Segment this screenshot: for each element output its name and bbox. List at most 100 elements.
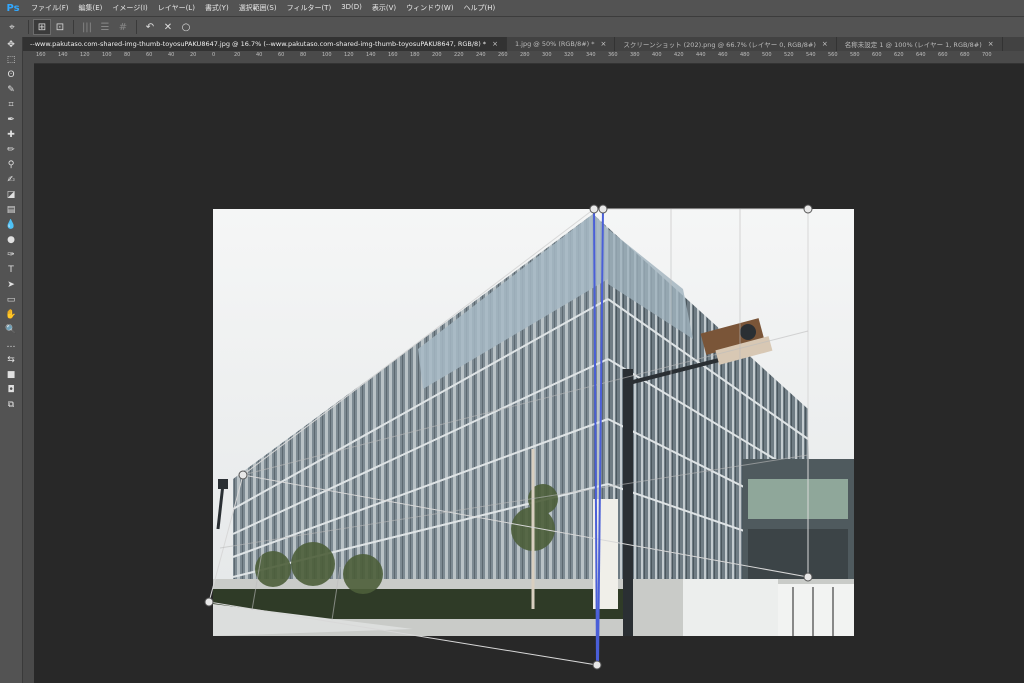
ruler-tick-label: 300 [542,52,552,58]
menu-item-6[interactable]: フィルター(T) [282,3,337,13]
menu-item-3[interactable]: レイヤー(L) [153,3,200,13]
close-tab-icon[interactable]: × [601,40,607,48]
healing-icon[interactable]: ✚ [0,127,22,142]
menu-item-8[interactable]: 表示(V) [367,3,401,13]
path-select-icon[interactable]: ➤ [0,277,22,292]
layout-mode-icon[interactable]: ⊞ [33,19,51,35]
eyedropper-icon[interactable]: ✒ [0,112,22,127]
both-straighten-icon[interactable]: # [114,19,132,35]
menu-item-5[interactable]: 選択範囲(S) [234,3,282,13]
horizontal-ruler[interactable]: 160 140 120 100 80 60 40 20 0 20 40 60 80 100 120 140 16… [34,51,1024,64]
ruler-tick-label: 120 [80,52,90,58]
default-colors-icon[interactable]: ⇆ [0,352,22,367]
ruler-tick-label: 180 [410,52,420,58]
ruler-tick-label: 20 [234,52,241,58]
cancel-icon[interactable]: ✕ [159,19,177,35]
document-tab[interactable]: 1.jpg @ 50% (RGB/8#) * × [507,37,616,51]
warp-mode-icon[interactable]: ⊡ [51,19,69,35]
vertical-straighten-icon[interactable]: ||| [78,19,96,35]
ruler-tick-label: 40 [168,52,175,58]
horizontal-straighten-icon[interactable]: ☰ [96,19,114,35]
tab-label: スクリーンショット (202).png @ 66.7% (レイヤー 0, RGB… [623,41,816,49]
ruler-tick-label: 520 [784,52,794,58]
ruler-tick-label: 620 [894,52,904,58]
more-icon[interactable]: … [0,337,22,352]
quick-select-icon[interactable]: ✎ [0,82,22,97]
ruler-corner [22,51,34,63]
ruler-tick-label: 20 [190,52,197,58]
menu-item-2[interactable]: イメージ(I) [107,3,152,13]
hand-icon[interactable]: ✋ [0,307,22,322]
ruler-tick-label: 80 [300,52,307,58]
perspective-crop-icon[interactable]: ⌖ [0,19,24,35]
menu-bar: Ps ファイル(F) 編集(E) イメージ(I) レイヤー(L) 書式(Y) 選択範囲(S… [0,0,1024,16]
quickmask-icon[interactable]: ◘ [0,382,22,397]
rectangle-icon[interactable]: ▭ [0,292,22,307]
zoom-icon[interactable]: 🔍 [0,322,22,337]
ruler-tick-label: 580 [850,52,860,58]
ruler-tick-label: 360 [608,52,618,58]
ruler-tick-label: 200 [432,52,442,58]
ruler-tick-label: 280 [520,52,530,58]
document-image[interactable] [213,209,854,636]
lasso-icon[interactable]: ʘ [0,67,22,82]
move-icon[interactable]: ✥ [0,37,22,52]
color-swatch-icon[interactable]: ■ [0,367,22,382]
document-tab[interactable]: 名称未設定 1 @ 100% (レイヤー 1, RGB/8#) × [837,37,1003,51]
ruler-tick-label: 100 [102,52,112,58]
history-brush-icon[interactable]: ✍ [0,172,22,187]
photoshop-logo[interactable]: Ps [0,3,26,14]
close-tab-icon[interactable]: × [492,40,498,48]
ruler-tick-label: 640 [916,52,926,58]
blur-icon[interactable]: 💧 [0,217,22,232]
ruler-tick-label: 400 [652,52,662,58]
ruler-tick-label: 100 [322,52,332,58]
document-tab[interactable]: --www.pakutaso.com-shared-img-thumb-toyo… [22,37,507,51]
menu-item-4[interactable]: 書式(Y) [200,3,234,13]
eraser-icon[interactable]: ◪ [0,187,22,202]
options-bar: ⌖ ⊞ ⊡ ||| ☰ # ↶ ✕ ○ [0,16,1024,37]
dodge-icon[interactable]: ● [0,232,22,247]
tab-label: --www.pakutaso.com-shared-img-thumb-toyo… [30,40,487,48]
ruler-tick-label: 700 [982,52,992,58]
menu-item-9[interactable]: ウィンドウ(W) [401,3,458,13]
ruler-tick-label: 60 [278,52,285,58]
screen-mode-icon[interactable]: ⧉ [0,397,22,412]
pen-icon[interactable]: ✑ [0,247,22,262]
ruler-tick-label: 340 [586,52,596,58]
undo-perspective-icon[interactable]: ↶ [141,19,159,35]
ruler-tick-label: 600 [872,52,882,58]
menu-item-10[interactable]: ヘルプ(H) [459,3,501,13]
menu-item-7[interactable]: 3D(D) [336,3,367,13]
stamp-icon[interactable]: ⚲ [0,157,22,172]
ruler-tick-label: 0 [212,52,216,58]
menu-item-1[interactable]: 編集(E) [74,3,108,13]
gradient-icon[interactable]: ▤ [0,202,22,217]
tools-panel: ✥ ⬚ ʘ ✎ ⌗ ✒ ✚ ✏ ⚲ ✍ ◪ ▤ 💧 ● ✑ T ➤ ▭ ✋ 🔍… ⇆ ■ ◘ ⧉ [0,37,23,683]
document-tab[interactable]: スクリーンショット (202).png @ 66.7% (レイヤー 0, RGB… [615,37,837,51]
ruler-tick-label: 660 [938,52,948,58]
building-photo [213,209,854,636]
ruler-tick-label: 680 [960,52,970,58]
ruler-tick-label: 140 [58,52,68,58]
close-tab-icon[interactable]: × [988,40,994,48]
type-icon[interactable]: T [0,262,22,277]
ruler-tick-label: 560 [828,52,838,58]
brush-icon[interactable]: ✏ [0,142,22,157]
ruler-tick-label: 80 [124,52,131,58]
menu-item-0[interactable]: ファイル(F) [26,3,74,13]
commit-icon[interactable]: ○ [177,19,195,35]
tab-label: 名称未設定 1 @ 100% (レイヤー 1, RGB/8#) [844,41,982,49]
ruler-tick-label: 320 [564,52,574,58]
ruler-tick-label: 120 [344,52,354,58]
ruler-tick-label: 540 [806,52,816,58]
ruler-tick-label: 240 [476,52,486,58]
ruler-tick-label: 160 [36,52,46,58]
ruler-tick-label: 480 [740,52,750,58]
close-tab-icon[interactable]: × [822,40,828,48]
ruler-tick-label: 460 [718,52,728,58]
marquee-icon[interactable]: ⬚ [0,52,22,67]
crop-icon[interactable]: ⌗ [0,97,22,112]
ruler-tick-label: 40 [256,52,263,58]
ruler-tick-label: 220 [454,52,464,58]
